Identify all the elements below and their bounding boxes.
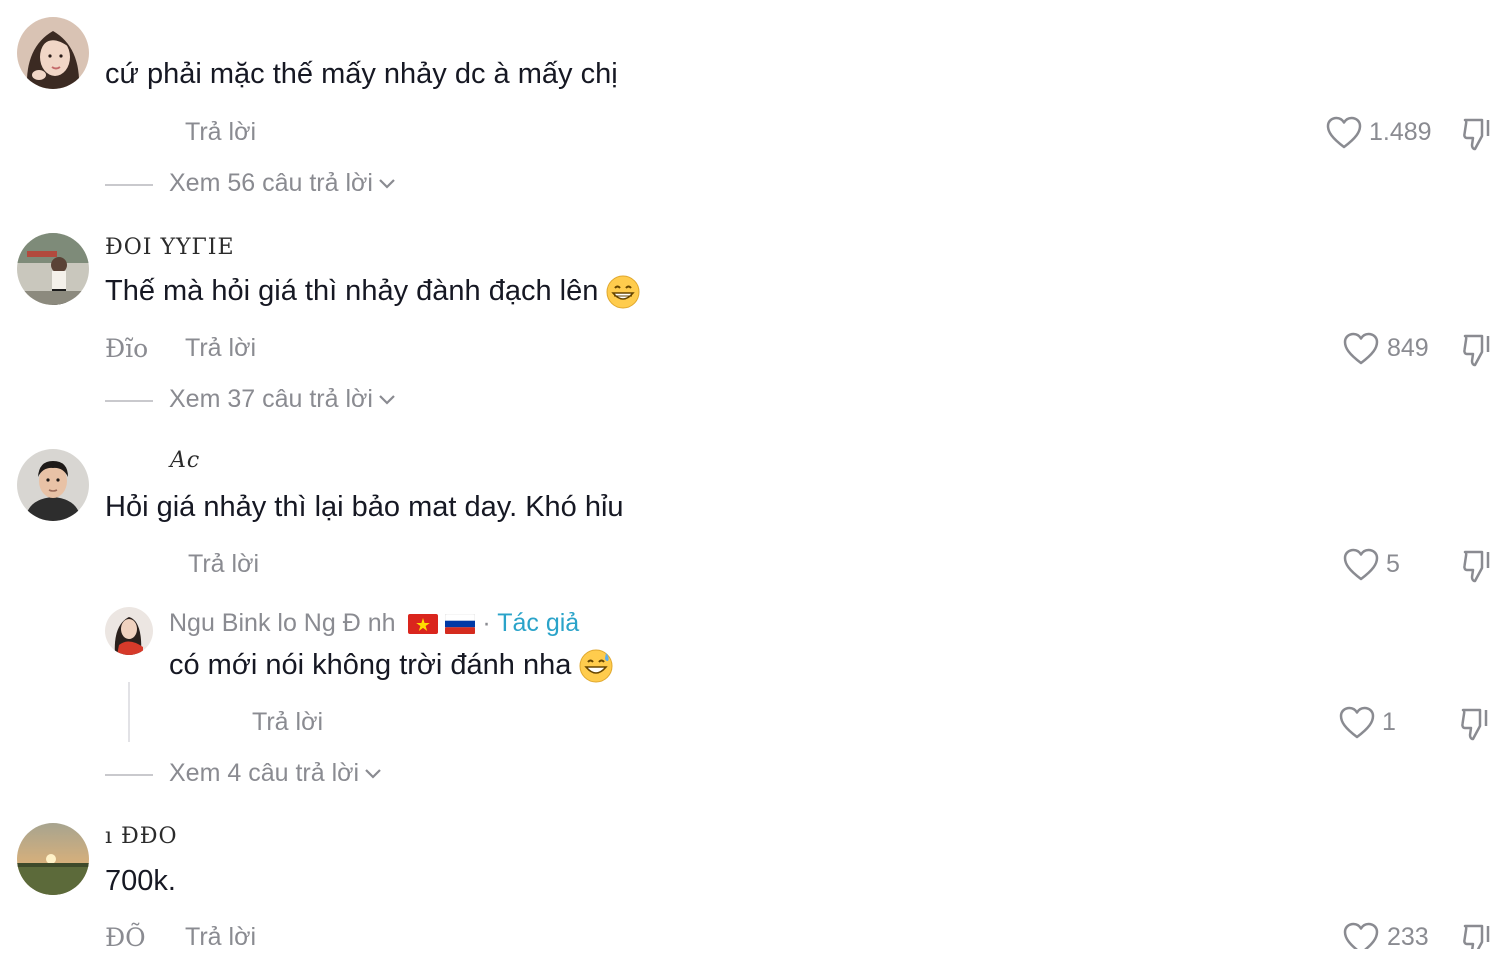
like-count: 5 xyxy=(1386,550,1400,578)
heart-icon xyxy=(1326,116,1362,149)
heart-icon xyxy=(1343,332,1379,365)
heart-icon xyxy=(1343,548,1379,581)
dislike-button[interactable] xyxy=(1462,116,1491,157)
like-count: 233 xyxy=(1387,923,1429,951)
comment-username[interactable]: Ac xyxy=(170,448,200,473)
reply-button[interactable]: Trả lời xyxy=(185,118,256,147)
comment-text: 700k. xyxy=(105,865,176,897)
like-button[interactable] xyxy=(1343,922,1379,954)
thumbs-down-icon xyxy=(1463,550,1490,583)
view-replies-label: Xem 37 câu trả lời xyxy=(169,385,373,413)
like-button[interactable] xyxy=(1326,116,1362,155)
view-replies-button[interactable]: Xem 56 câu trả lời xyxy=(169,169,397,198)
avatar[interactable] xyxy=(17,233,89,305)
avatar-photo xyxy=(17,233,89,305)
comment-meta: Đĩo xyxy=(105,334,149,363)
chevron-down-icon xyxy=(379,394,395,405)
heart-icon xyxy=(1343,922,1379,954)
avatar-photo xyxy=(17,823,89,895)
reply-button[interactable]: Trả lời xyxy=(185,334,256,363)
heart-icon xyxy=(1339,706,1375,739)
like-count: 849 xyxy=(1387,334,1429,362)
reply-username-row: Ngu Bink lo Ng Đ nh · Tác giả xyxy=(169,609,579,638)
comment-text: Thế mà hỏi giá thì nhảy đành đạch lên xyxy=(105,275,640,309)
reply-button[interactable]: Trả lời xyxy=(252,708,323,737)
thread-line xyxy=(128,682,130,742)
grinning-emoji-icon xyxy=(606,275,640,309)
comment-username[interactable]: ĐOI ΥΥΓΙΕ xyxy=(105,235,235,260)
comment-username[interactable]: ı ĐĐO xyxy=(105,824,178,849)
avatar[interactable] xyxy=(105,607,153,655)
like-count: 1 xyxy=(1382,708,1396,736)
avatar-photo xyxy=(105,607,153,655)
view-replies-button[interactable]: Xem 37 câu trả lời xyxy=(169,385,397,414)
russia-flag-icon xyxy=(445,614,476,635)
like-count: 1.489 xyxy=(1369,118,1432,146)
author-badge: Tác giả xyxy=(497,609,580,637)
comment-meta: ĐÕ xyxy=(105,923,146,952)
reply-text: có mới nói không trời đánh nha xyxy=(169,649,613,683)
chevron-down-icon xyxy=(379,178,395,189)
thumbs-down-icon xyxy=(1463,334,1490,367)
avatar-photo xyxy=(17,17,89,89)
thumbs-down-icon xyxy=(1463,118,1490,151)
comment-text: Hỏi giá nhảy thì lại bảo mat day. Khó hỉ… xyxy=(105,491,624,523)
avatar[interactable] xyxy=(17,823,89,895)
dislike-button[interactable] xyxy=(1462,332,1491,373)
reply-button[interactable]: Trả lời xyxy=(188,550,259,579)
divider-line xyxy=(105,184,153,186)
thumbs-down-icon xyxy=(1463,924,1490,954)
comment-text: cứ phải mặc thế mấy nhảy dc à mấy chị xyxy=(105,58,618,90)
avatar[interactable] xyxy=(17,449,89,521)
reply-username[interactable]: Ngu Bink lo Ng Đ nh xyxy=(169,609,396,637)
divider-line xyxy=(105,400,153,402)
like-button[interactable] xyxy=(1339,706,1375,745)
dislike-button[interactable] xyxy=(1462,922,1491,954)
view-replies-label: Xem 4 câu trả lời xyxy=(169,759,360,787)
thumbs-down-icon xyxy=(1461,708,1488,741)
grinning-sweat-emoji-icon xyxy=(579,649,613,683)
vietnam-flag-icon xyxy=(408,614,439,635)
view-replies-button[interactable]: Xem 4 câu trả lời xyxy=(169,759,383,788)
avatar[interactable] xyxy=(17,17,89,89)
chevron-down-icon xyxy=(365,768,381,779)
separator-dot: · xyxy=(482,609,491,637)
avatar-photo xyxy=(17,449,89,521)
like-button[interactable] xyxy=(1343,332,1379,371)
like-button[interactable] xyxy=(1343,548,1379,587)
view-replies-label: Xem 56 câu trả lời xyxy=(169,169,373,197)
divider-line xyxy=(105,774,153,776)
reply-button[interactable]: Trả lời xyxy=(185,923,256,952)
dislike-button[interactable] xyxy=(1460,706,1489,747)
dislike-button[interactable] xyxy=(1462,548,1491,589)
